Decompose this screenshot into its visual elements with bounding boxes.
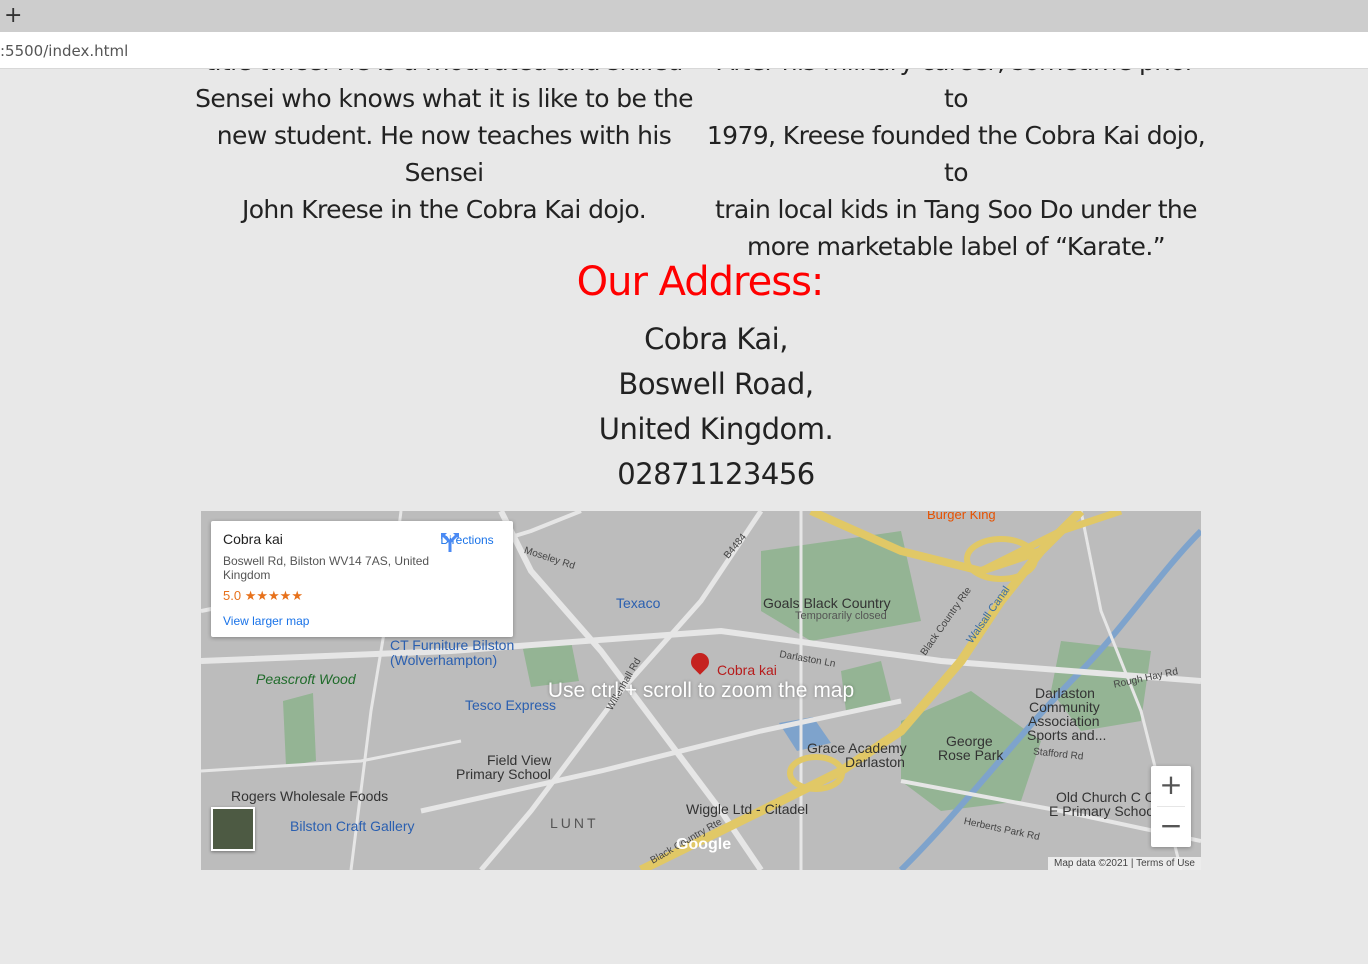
bio-left-line: title twice. He is a motivated and skill… xyxy=(194,69,694,80)
map-label-grace-2[interactable]: Darlaston xyxy=(845,754,905,770)
page-viewport: title twice. He is a motivated and skill… xyxy=(0,69,1368,964)
map-label-goals[interactable]: Goals Black Country xyxy=(763,595,891,611)
browser-tab-strip: + xyxy=(0,0,1368,32)
browser-address-bar[interactable]: :5500/index.html xyxy=(0,32,1368,69)
new-tab-button[interactable]: + xyxy=(4,3,22,29)
map-label-darlaston-4[interactable]: Sports and... xyxy=(1027,727,1106,743)
address-line-country: United Kingdom. xyxy=(598,412,834,446)
map-data-credit: Map data ©2021 xyxy=(1054,858,1129,869)
view-larger-map-link[interactable]: View larger map xyxy=(223,614,309,628)
map-label-texaco[interactable]: Texaco xyxy=(616,595,660,611)
address-line-road: Boswell Road, xyxy=(618,367,814,401)
terms-of-use-link[interactable]: Terms of Use xyxy=(1136,858,1195,869)
directions-button[interactable]: Directions xyxy=(439,531,495,552)
directions-icon xyxy=(441,533,459,552)
map-label-ct-furniture-1[interactable]: CT Furniture Bilston xyxy=(390,637,514,653)
place-address: Boswell Rd, Bilston WV14 7AS, United Kin… xyxy=(223,554,430,582)
bio-left-line: new student. He now teaches with his Sen… xyxy=(216,121,672,187)
map-label-lunt: LUNT xyxy=(550,815,599,831)
bio-left-line: Sensei who knows what it is like to be t… xyxy=(195,84,693,113)
place-info-card: Cobra kai Boswell Rd, Bilston WV14 7AS, … xyxy=(211,521,513,637)
place-title: Cobra kai xyxy=(223,531,283,547)
satellite-toggle-button[interactable] xyxy=(211,807,255,851)
map-label-burger-king[interactable]: Burger King xyxy=(927,511,996,522)
bio-left-line: John Kreese in the Cobra Kai dojo. xyxy=(241,195,647,224)
url-text[interactable]: :5500/index.html xyxy=(0,42,128,60)
map-attribution: Map data ©2021 | Terms of Use xyxy=(1048,857,1201,870)
rating-value: 5.0 xyxy=(223,588,242,603)
map-label-wiggle[interactable]: Wiggle Ltd - Citadel xyxy=(686,801,808,817)
bio-right-line: After his military career, sometime prio… xyxy=(717,69,1195,113)
zoom-in-button[interactable]: + xyxy=(1151,766,1191,806)
zoom-hint-overlay: Use ctrl + scroll to zoom the map xyxy=(547,679,855,702)
map-label-fieldview-2[interactable]: Primary School xyxy=(456,766,551,782)
address-line-name: Cobra Kai, xyxy=(644,322,788,356)
map-label-old-church-2[interactable]: E Primary Schoo xyxy=(1049,803,1154,819)
zoom-out-button[interactable]: − xyxy=(1151,807,1191,847)
address-block: Cobra Kai, Boswell Road, United Kingdom.… xyxy=(516,317,916,497)
sensei-bio-left: title twice. He is a motivated and skill… xyxy=(194,69,694,228)
map-label-rogers[interactable]: Rogers Wholesale Foods xyxy=(231,788,388,804)
address-heading: Our Address: xyxy=(576,259,825,305)
map-label-cobra-kai[interactable]: Cobra kai xyxy=(717,662,777,678)
map-label-goals-status: Temporarily closed xyxy=(795,610,887,622)
map-label-ct-furniture-2[interactable]: (Wolverhampton) xyxy=(390,652,497,668)
kreese-bio-right: After his military career, sometime prio… xyxy=(706,69,1206,265)
embedded-google-map[interactable]: Texaco Burger King Goals Black Country T… xyxy=(201,511,1201,870)
place-rating: 5.0 ★★★★★ xyxy=(223,588,303,604)
map-label-bilston-craft[interactable]: Bilston Craft Gallery xyxy=(290,818,414,834)
star-rating-icon: ★★★★★ xyxy=(244,588,303,603)
zoom-controls: + − xyxy=(1151,766,1191,847)
google-logo: Google xyxy=(676,836,732,853)
phone-number: 02871123456 xyxy=(617,457,815,491)
bio-right-line: 1979, Kreese founded the Cobra Kai dojo,… xyxy=(706,121,1206,187)
map-label-george-2[interactable]: Rose Park xyxy=(938,747,1003,763)
bio-right-line: train local kids in Tang Soo Do under th… xyxy=(715,195,1198,224)
